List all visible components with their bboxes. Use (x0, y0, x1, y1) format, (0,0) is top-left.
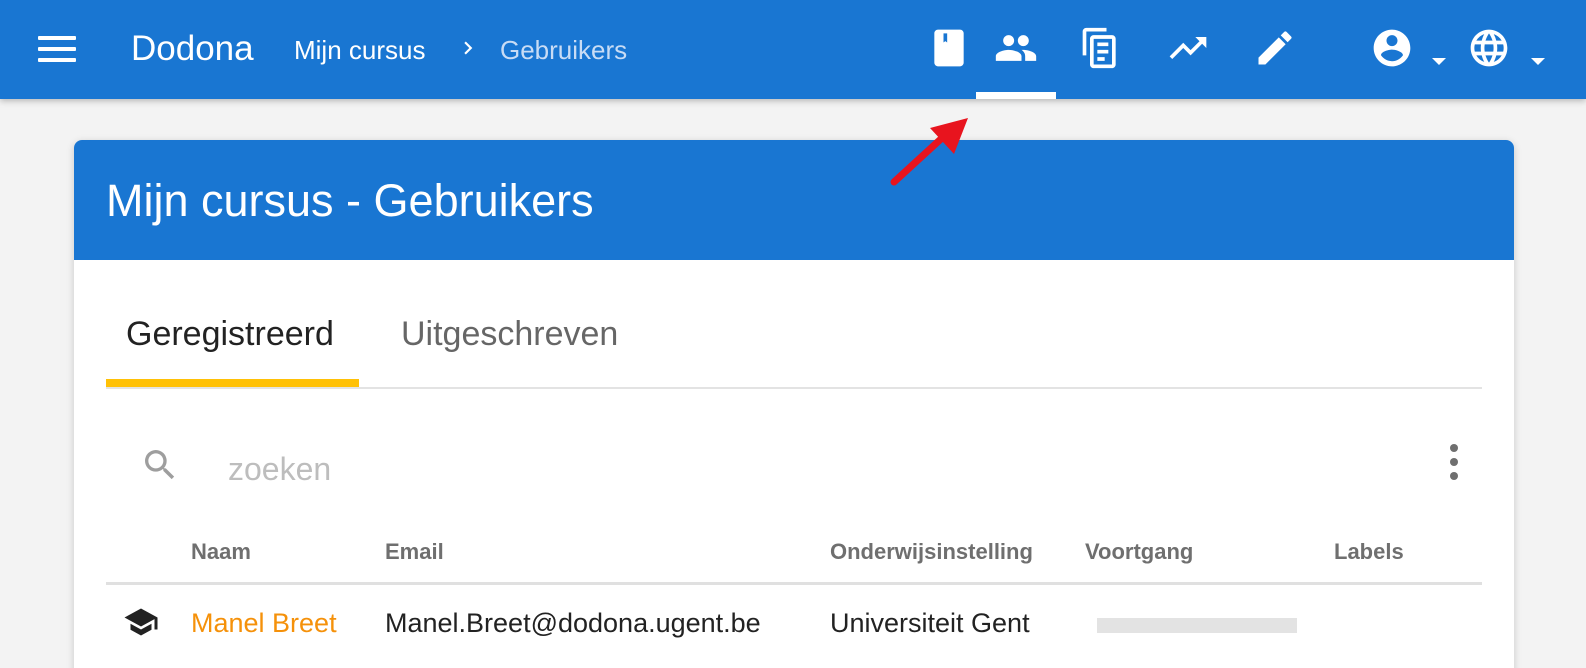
column-header-name[interactable]: Naam (191, 539, 251, 565)
edit-icon[interactable] (1253, 26, 1297, 70)
active-nav-indicator (976, 92, 1056, 99)
user-email: Manel.Breet@dodona.ugent.be (385, 608, 761, 638)
language-dropdown-caret[interactable] (1531, 58, 1545, 65)
top-navbar: Dodona Mijn cursus Gebruikers (0, 0, 1586, 99)
statistics-icon[interactable] (1166, 26, 1210, 70)
account-dropdown-caret[interactable] (1432, 58, 1446, 65)
table-header-divider (106, 582, 1482, 585)
column-header-institution[interactable]: Onderwijsinstelling (830, 539, 1033, 565)
account-icon[interactable] (1370, 26, 1414, 70)
users-icon[interactable] (994, 26, 1038, 70)
users-card: Mijn cursus - Gebruikers Geregistreerd U… (74, 140, 1514, 668)
column-header-email[interactable]: Email (385, 539, 444, 565)
language-icon[interactable] (1467, 26, 1511, 70)
search-input[interactable] (228, 445, 1128, 493)
chevron-right-icon (464, 41, 473, 55)
page-title: Mijn cursus - Gebruikers (106, 175, 594, 226)
column-header-progress: Voortgang (1085, 539, 1194, 564)
brand-logo[interactable]: Dodona (131, 29, 254, 69)
column-header-labels: Labels (1334, 539, 1404, 564)
tab-unsubscribed[interactable]: Uitgeschreven (401, 315, 618, 354)
book-icon[interactable] (927, 26, 971, 70)
user-name-link[interactable]: Manel Breet (191, 608, 337, 639)
annotation-arrow-icon (890, 118, 968, 186)
menu-icon[interactable] (38, 36, 76, 64)
active-tab-indicator (106, 379, 359, 387)
card-header: Mijn cursus - Gebruikers (74, 140, 1514, 260)
breadcrumb-course[interactable]: Mijn cursus (294, 35, 425, 66)
submissions-icon[interactable] (1079, 26, 1123, 70)
breadcrumb-current: Gebruikers (500, 35, 628, 65)
user-progress-bar (1097, 618, 1297, 633)
search-icon (145, 450, 175, 480)
student-icon (124, 608, 158, 636)
tab-registered[interactable]: Geregistreerd (126, 315, 334, 354)
user-institution: Universiteit Gent (830, 608, 1030, 638)
tabs-divider (106, 387, 1482, 389)
more-options-icon[interactable] (1446, 443, 1462, 481)
